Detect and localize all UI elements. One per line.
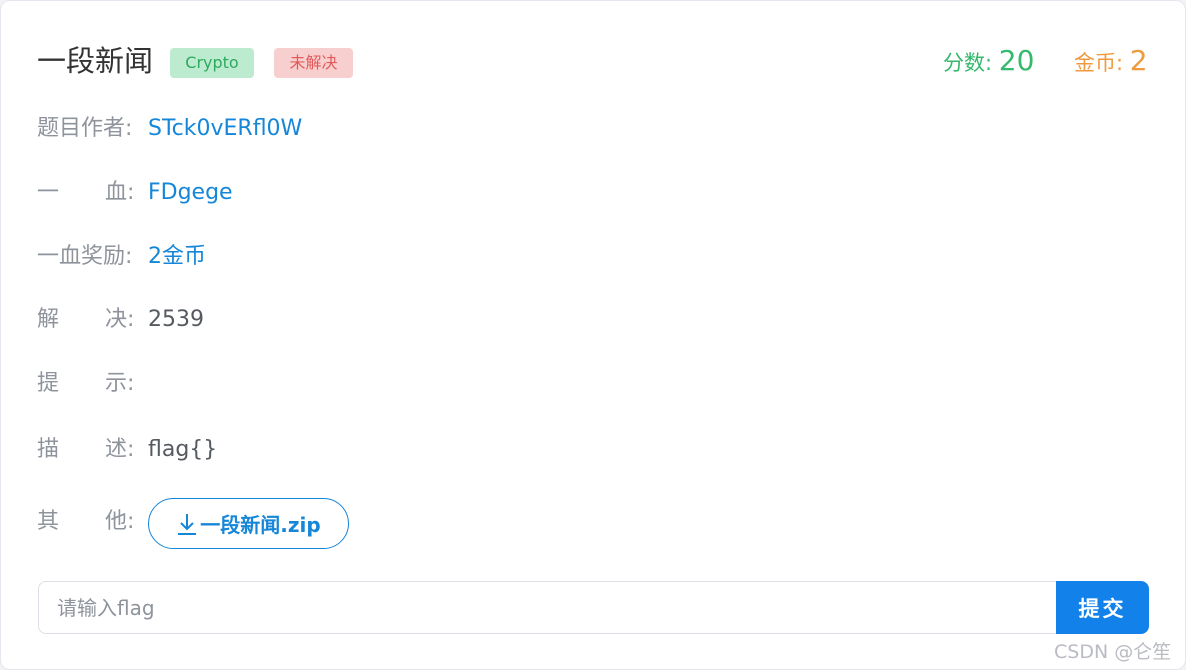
solved-count: 2539	[148, 307, 204, 332]
reward-label: 一血奖励:	[37, 244, 133, 269]
attachment-download-button[interactable]: 一段新闻.zip	[148, 498, 349, 549]
coin-label: 金币:	[1074, 51, 1124, 75]
author-label: 题目作者:	[37, 116, 133, 141]
score-label: 分数:	[943, 51, 993, 75]
author-link[interactable]: STck0vERfl0W	[148, 112, 302, 146]
status-tag: 未解决	[274, 48, 353, 78]
coin-display: 金币: 2	[1074, 41, 1148, 83]
attachment-filename: 一段新闻.zip	[200, 513, 321, 537]
watermark: CSDN @仑笙	[1054, 641, 1172, 663]
first-blood-link[interactable]: FDgege	[148, 176, 233, 210]
description-value: flag{}	[148, 437, 218, 462]
score-value: 20	[998, 44, 1035, 77]
coin-value: 2	[1129, 44, 1148, 77]
reward-value: 2金币	[148, 244, 206, 269]
submit-button[interactable]: 提交	[1056, 581, 1149, 634]
score-display: 分数: 20	[943, 41, 1034, 83]
flag-form: 提交	[38, 581, 1149, 634]
challenge-card: 一段新闻 Crypto 未解决 分数: 20 金币: 2 题目作者: STck0…	[0, 0, 1186, 670]
flag-input[interactable]	[38, 581, 1057, 634]
category-tag: Crypto	[170, 48, 254, 78]
challenge-title: 一段新闻	[37, 44, 154, 78]
download-icon	[176, 511, 198, 537]
